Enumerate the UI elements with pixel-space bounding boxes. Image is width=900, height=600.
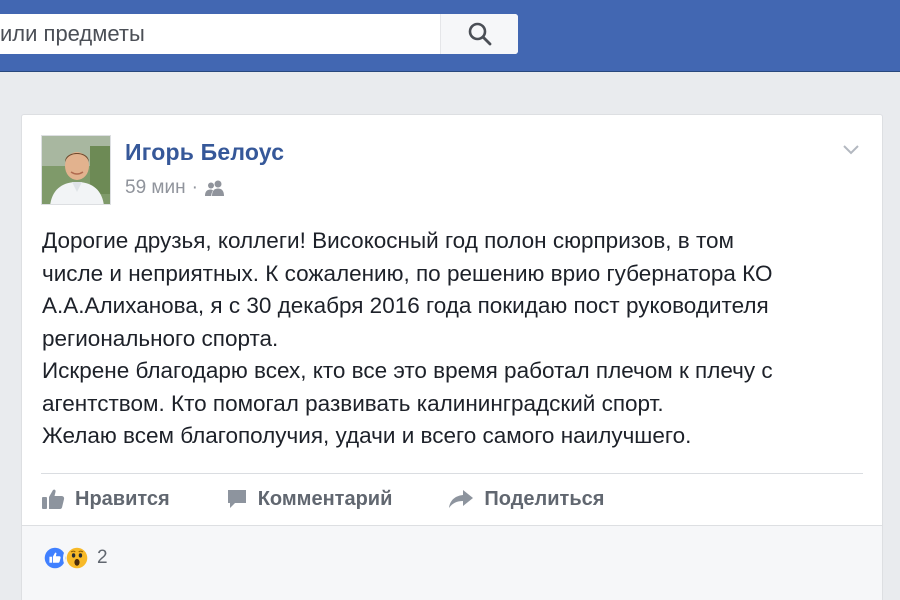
post-text-line: Желаю всем благополучия, удачи и всего с…	[42, 423, 692, 448]
comment-label: Комментарий	[257, 487, 393, 510]
like-label: Нравится	[75, 487, 170, 510]
post-options-button[interactable]	[840, 139, 862, 161]
reactions-bar: 2	[22, 526, 882, 600]
post-text-line: регионального спорта.	[42, 325, 279, 351]
post-text-line: Искрене благодарю всех, кто все это врем…	[42, 358, 773, 383]
comment-button[interactable]: Комментарий	[226, 487, 393, 511]
chevron-down-icon	[843, 145, 859, 155]
post-actions: Нравится Комментарий Поделиться	[41, 483, 660, 515]
search-button[interactable]	[440, 14, 518, 54]
post-text-line: Дорогие друзья, коллеги! Високосный год …	[42, 228, 735, 253]
search-input[interactable]	[0, 14, 440, 54]
thumbs-up-icon	[42, 489, 65, 509]
meta-separator: ·	[191, 177, 198, 198]
post-card: Игорь Белоус 59 мин · Дорогие друзья, ко…	[21, 114, 883, 600]
author-name-link[interactable]: Игорь Белоус	[125, 139, 284, 166]
wow-reaction-icon	[63, 544, 91, 572]
search-box	[0, 14, 518, 54]
post-text-line: агентством. Кто помогал развивать калини…	[42, 390, 664, 416]
search-icon	[468, 22, 491, 46]
top-navigation-bar	[0, 0, 900, 72]
reactions-summary[interactable]: 2	[41, 544, 108, 572]
post-meta: 59 мин ·	[125, 177, 226, 199]
share-arrow-icon	[449, 490, 474, 508]
actions-divider	[41, 473, 863, 474]
like-button[interactable]: Нравится	[41, 488, 170, 511]
reactions-count: 2	[97, 547, 108, 568]
post-text-line: А.А.Алиханова, я с 30 декабря 2016 года …	[42, 293, 769, 318]
profile-photo	[42, 136, 110, 204]
friends-icon[interactable]	[204, 180, 226, 196]
post-text: Дорогие друзья, коллеги! Високосный год …	[42, 225, 862, 453]
avatar[interactable]	[41, 135, 111, 205]
post-text-line: числе и неприятных. К сожалению, по реше…	[42, 260, 773, 286]
share-button[interactable]: Поделиться	[448, 488, 604, 511]
share-label: Поделиться	[484, 487, 605, 510]
comment-icon	[227, 490, 246, 508]
post-timestamp[interactable]: 59 мин	[125, 177, 186, 199]
